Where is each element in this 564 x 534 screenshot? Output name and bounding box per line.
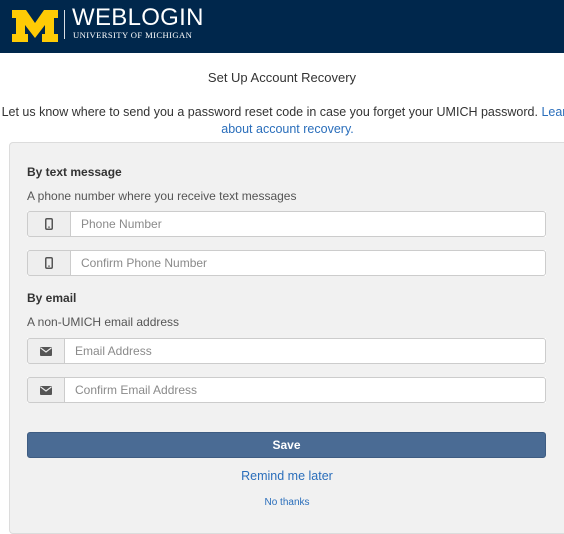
phone-number-group [27,211,546,237]
email-help: A non-UMICH email address [27,315,180,329]
email-heading: By email [27,291,77,305]
block-m-icon [12,10,58,42]
confirm-phone-number-input[interactable] [70,250,546,276]
mobile-phone-icon [27,250,70,276]
university-name: UNIVERSITY OF MICHIGAN [73,30,193,40]
text-message-heading: By text message [27,165,122,179]
intro-text: Let us know where to send you a password… [0,104,564,138]
app-title: WEBLOGIN [72,4,204,31]
mobile-phone-icon [27,211,70,237]
save-button[interactable]: Save [27,432,546,458]
email-address-group [27,338,546,364]
remind-me-later-link[interactable]: Remind me later [0,469,564,483]
email-address-input[interactable] [64,338,546,364]
page-title: Set Up Account Recovery [207,70,357,85]
confirm-email-group [27,377,546,403]
envelope-icon [27,377,64,403]
logo-divider [64,10,65,39]
no-thanks-link[interactable]: No thanks [0,497,564,508]
text-message-help: A phone number where you receive text me… [27,189,297,203]
intro-description: Let us know where to send you a password… [1,105,538,119]
envelope-icon [27,338,64,364]
confirm-phone-group [27,250,546,276]
confirm-email-address-input[interactable] [64,377,546,403]
header-bar: WEBLOGIN UNIVERSITY OF MICHIGAN [0,0,564,53]
phone-number-input[interactable] [70,211,546,237]
